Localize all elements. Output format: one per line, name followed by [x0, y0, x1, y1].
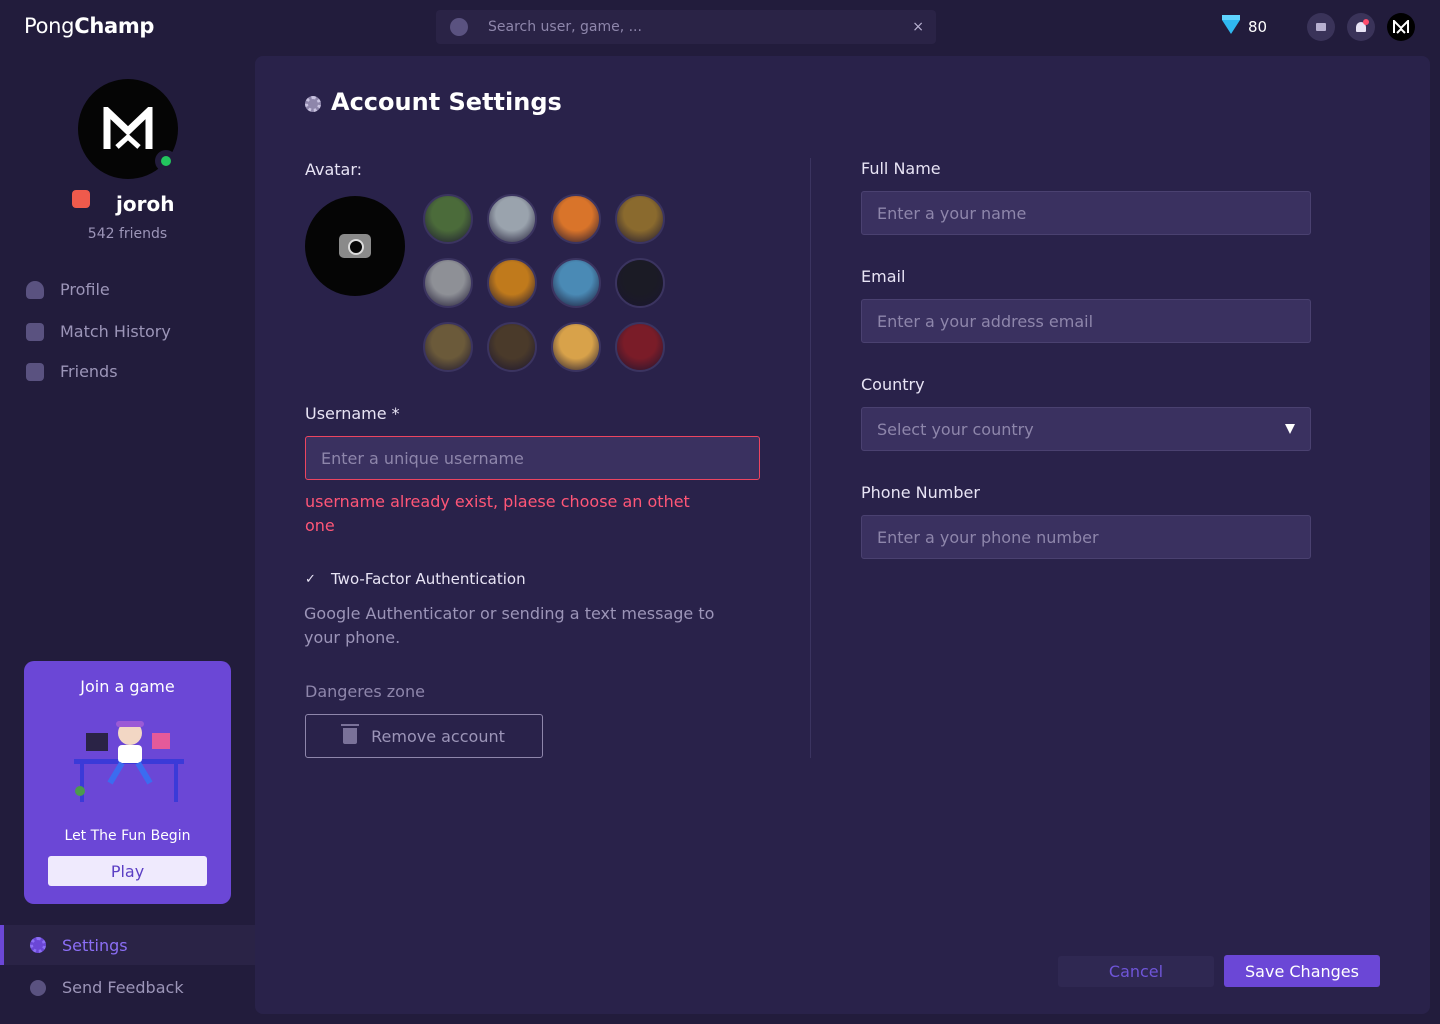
app-logo[interactable]: PongChamp [24, 14, 154, 38]
sidebar-item-match-history[interactable]: Match History [26, 322, 171, 341]
cancel-button[interactable]: Cancel [1058, 956, 1214, 987]
sidebar-item-feedback[interactable]: Send Feedback [30, 978, 184, 997]
avatar-option[interactable] [423, 322, 473, 372]
avatar-option[interactable] [615, 322, 665, 372]
email-label: Email [861, 267, 906, 286]
avatar-option[interactable] [615, 194, 665, 244]
avatar-option[interactable] [487, 194, 537, 244]
promo-title: Join a game [80, 677, 175, 696]
logo-text-light: Pong [24, 14, 75, 38]
column-divider [810, 158, 811, 758]
avatar-option[interactable] [551, 322, 601, 372]
play-button[interactable]: Play [48, 856, 207, 886]
sidebar-item-label: Friends [60, 362, 118, 381]
user-menu-avatar[interactable] [1387, 13, 1415, 41]
sidebar-item-friends[interactable]: Friends [26, 362, 118, 381]
coin-count: 80 [1248, 18, 1268, 36]
brand-mark-icon [103, 107, 153, 149]
camera-icon [339, 234, 371, 258]
sidebar: joroh 542 friends Profile Match History … [0, 56, 255, 1024]
email-input[interactable] [861, 299, 1311, 343]
online-status-indicator [155, 150, 177, 172]
avatar-option[interactable] [487, 258, 537, 308]
username-label: Username * [305, 404, 400, 423]
settings-panel: Account Settings Avatar: Username * user… [255, 56, 1430, 1014]
promo-subtitle: Let The Fun Begin [64, 828, 191, 844]
save-changes-button[interactable]: Save Changes [1224, 955, 1380, 987]
document-icon [26, 362, 44, 381]
search-input[interactable]: Search user, game, ... [488, 19, 912, 35]
sidebar-item-settings[interactable]: Settings [0, 925, 255, 965]
info-icon [30, 979, 46, 996]
search-icon [450, 18, 468, 36]
current-avatar-upload[interactable] [305, 196, 405, 296]
avatar-option[interactable] [423, 194, 473, 244]
messages-button[interactable] [1307, 13, 1335, 41]
avatar-option[interactable] [551, 258, 601, 308]
two-factor-label: Two-Factor Authentication [331, 570, 526, 588]
danger-zone-label: Dangeres zone [305, 682, 425, 701]
diamond-icon [1222, 15, 1240, 34]
logo-text-bold: Champ [74, 14, 155, 38]
bell-icon [1356, 19, 1369, 32]
two-factor-help: Google Authenticator or sending a text m… [304, 604, 715, 647]
mail-icon [1316, 23, 1326, 31]
country-label: Country [861, 375, 925, 394]
fullname-input[interactable] [861, 191, 1311, 235]
rank-badge-icon [72, 190, 90, 208]
friends-count: 542 friends [87, 226, 168, 242]
page-title: Account Settings [331, 88, 562, 116]
sidebar-item-profile[interactable]: Profile [26, 280, 110, 299]
trash-icon [341, 724, 360, 744]
username-input[interactable] [305, 436, 760, 480]
search-bar[interactable]: Search user, game, ... × [436, 10, 936, 44]
avatar-option[interactable] [487, 322, 537, 372]
coin-balance: 80 [1222, 15, 1268, 36]
join-game-card: Join a game Let The Fun Begin Play [24, 661, 231, 904]
avatar-option[interactable] [615, 258, 665, 308]
sidebar-item-label: Profile [60, 280, 110, 299]
country-value: Select your country [877, 419, 1034, 439]
avatar-option[interactable] [423, 258, 473, 308]
sidebar-item-label: Match History [60, 322, 171, 341]
checkmark-icon: ✓ [305, 571, 316, 587]
chevron-down-icon [1285, 424, 1295, 434]
gamer-illustration [74, 721, 184, 802]
notifications-button[interactable] [1347, 13, 1375, 41]
avatar-option[interactable] [551, 194, 601, 244]
gear-icon [305, 96, 321, 112]
fullname-label: Full Name [861, 159, 941, 178]
group-icon [26, 322, 44, 341]
country-select[interactable]: Select your country [861, 407, 1311, 451]
remove-account-label: Remove account [371, 726, 505, 746]
sidebar-item-label: Settings [62, 935, 128, 955]
username-error: username already exist, plaese choose an… [305, 492, 690, 535]
two-factor-toggle[interactable]: ✓ Two-Factor Authentication [305, 570, 526, 588]
avatar-label: Avatar: [305, 160, 363, 179]
sidebar-username: joroh [116, 192, 175, 216]
remove-account-button[interactable]: Remove account [305, 714, 543, 758]
gear-icon [30, 937, 46, 953]
phone-input[interactable] [861, 515, 1311, 559]
close-icon[interactable]: × [912, 19, 924, 35]
sidebar-item-label: Send Feedback [62, 978, 184, 997]
brand-mark-icon [1393, 20, 1409, 34]
phone-label: Phone Number [861, 483, 980, 502]
person-icon [26, 280, 44, 299]
